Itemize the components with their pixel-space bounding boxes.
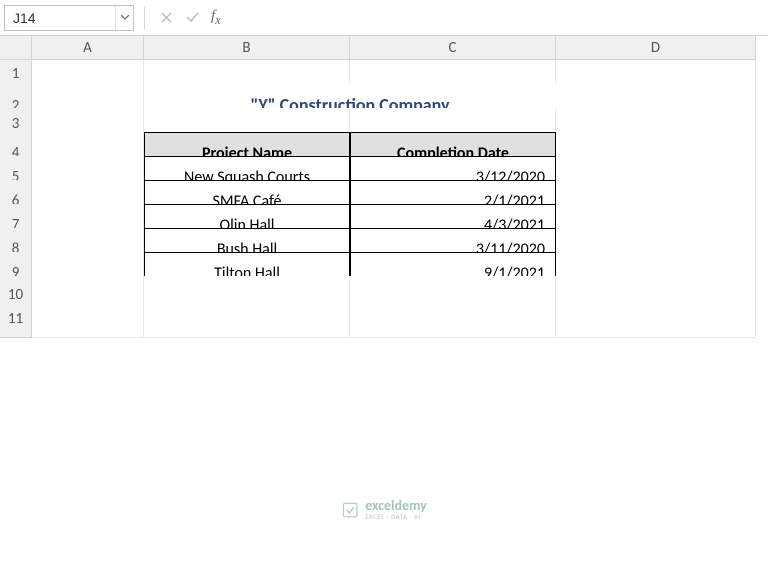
name-box[interactable] bbox=[5, 6, 115, 30]
fx-icon[interactable]: fx bbox=[211, 8, 221, 28]
col-header-a[interactable]: A bbox=[32, 36, 144, 60]
formula-bar[interactable] bbox=[229, 5, 764, 31]
watermark: exceldemy EXCEL · DATA · BI bbox=[341, 499, 427, 520]
name-box-container bbox=[4, 5, 134, 31]
watermark-sub: EXCEL · DATA · BI bbox=[365, 513, 427, 520]
check-icon bbox=[186, 12, 199, 23]
cell[interactable] bbox=[144, 300, 350, 338]
cell[interactable] bbox=[32, 300, 144, 338]
cancel-button[interactable] bbox=[155, 7, 177, 29]
spreadsheet-grid[interactable]: A B C D 1 2 "Y" Construction Company 3 4… bbox=[0, 36, 768, 324]
x-icon bbox=[161, 12, 172, 23]
col-header-b[interactable]: B bbox=[144, 36, 350, 60]
divider bbox=[144, 7, 145, 29]
formula-bar-row: fx bbox=[0, 0, 768, 36]
chevron-down-icon bbox=[121, 15, 129, 20]
col-header-d[interactable]: D bbox=[556, 36, 756, 60]
watermark-text: exceldemy EXCEL · DATA · BI bbox=[365, 499, 427, 520]
watermark-main: exceldemy bbox=[365, 499, 427, 513]
enter-button[interactable] bbox=[181, 7, 203, 29]
row-header[interactable]: 11 bbox=[0, 300, 32, 338]
logo-icon bbox=[341, 501, 359, 519]
col-header-c[interactable]: C bbox=[350, 36, 556, 60]
select-all-corner[interactable] bbox=[0, 36, 32, 60]
cell[interactable] bbox=[350, 300, 556, 338]
cell[interactable] bbox=[556, 300, 756, 338]
name-box-dropdown[interactable] bbox=[115, 6, 133, 30]
